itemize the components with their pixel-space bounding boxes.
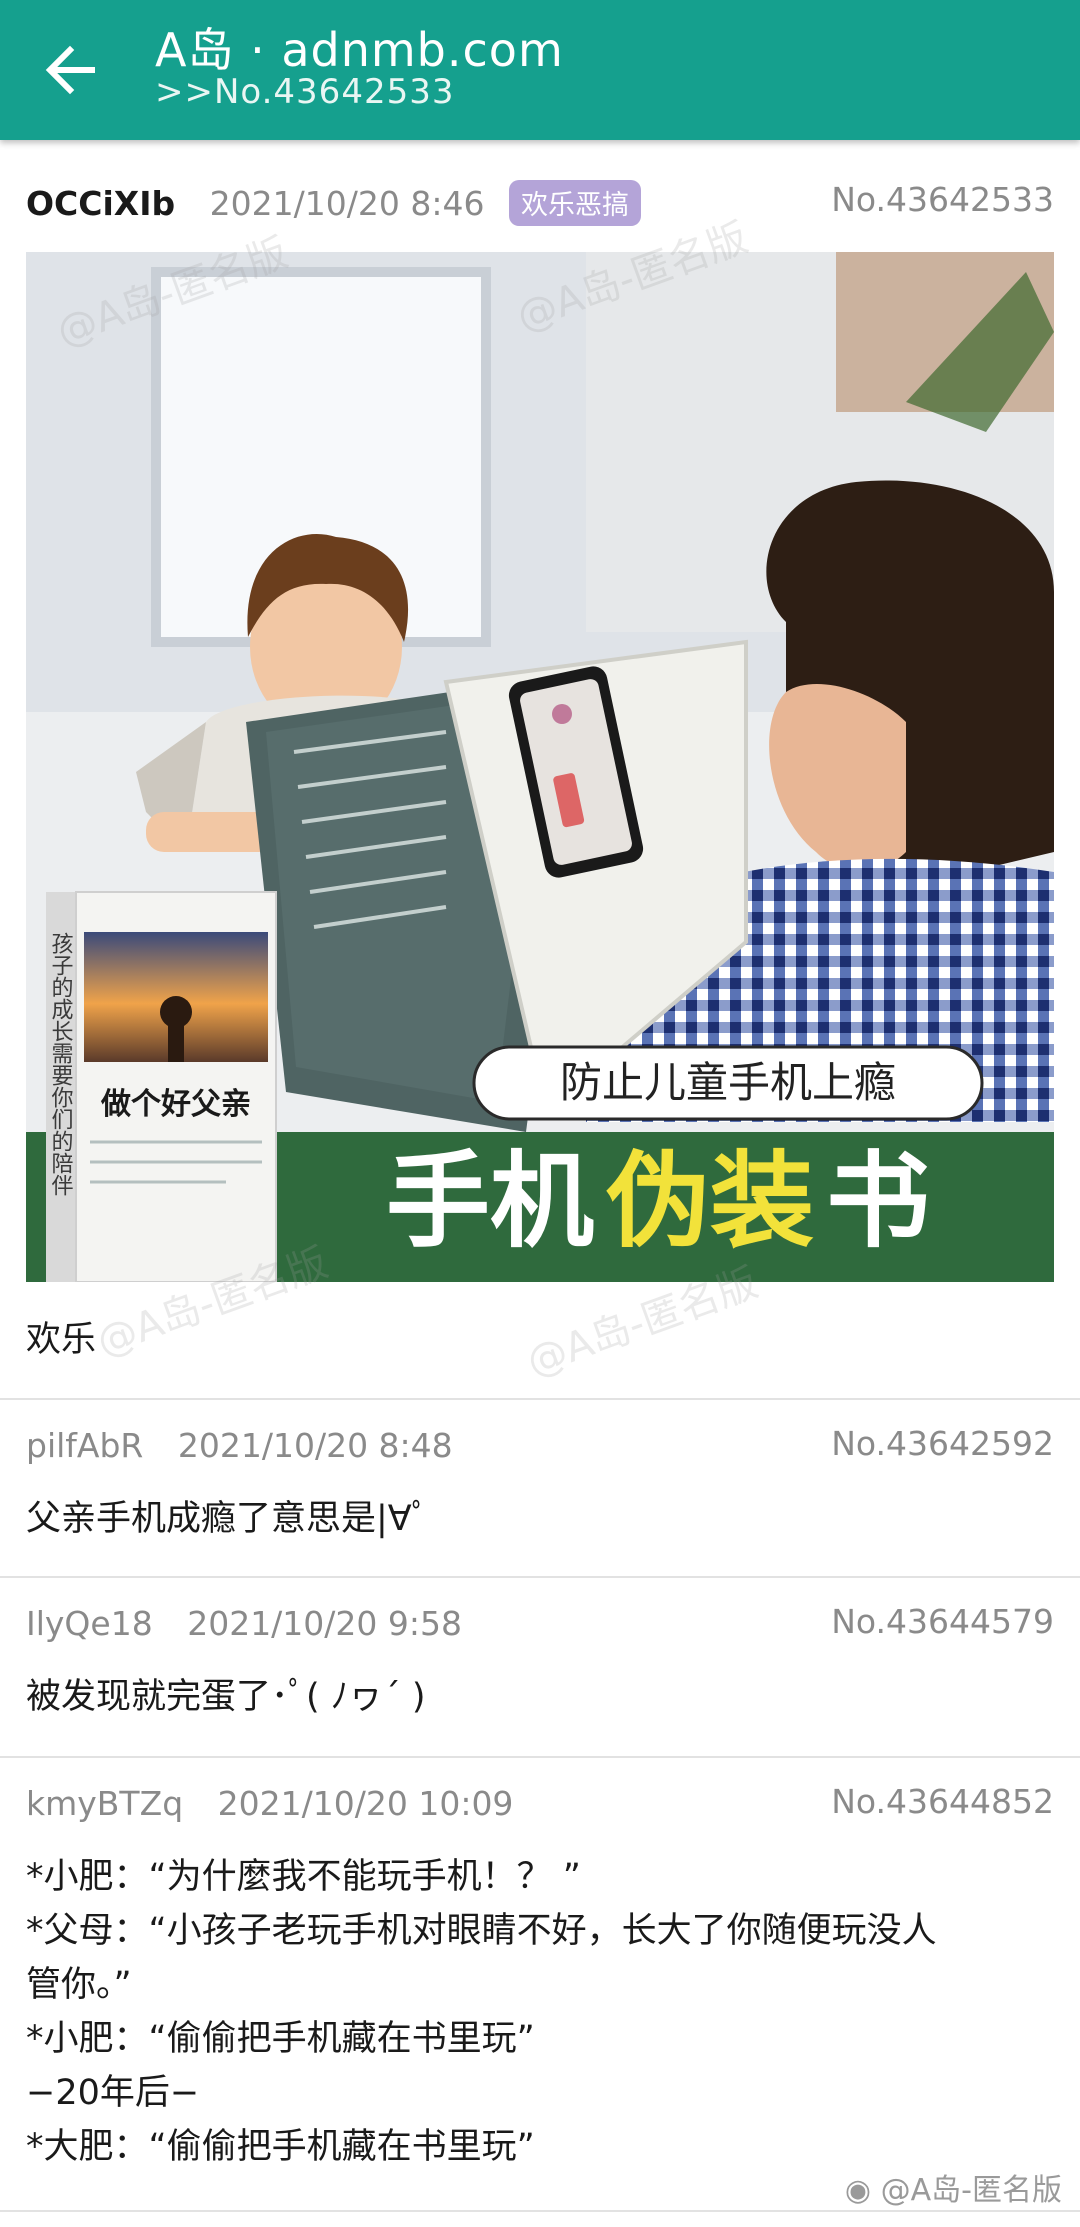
post-content: 欢乐 xyxy=(26,1320,97,1360)
reply-content: *小肥：“为什麼我不能玩手机！？ ” *父母：“小孩子老玩手机对眼睛不好，长大了… xyxy=(26,1850,1054,2174)
reply: pilfAbR 2021/10/20 8:48 No.43642592 父亲手机… xyxy=(0,1398,1080,1578)
reply-number[interactable]: No.43644579 xyxy=(831,1602,1054,1641)
reply-line: *父母：“小孩子老玩手机对眼睛不好，长大了你随便玩没人 xyxy=(26,1911,937,1951)
post-image[interactable]: 防止儿童手机上瘾 手机 伪装 书 做个好父亲 孩子的成长需要你们的陪伴 xyxy=(26,252,1054,1282)
reply-line: 管你。” xyxy=(26,1965,132,2005)
reply-content: 父亲手机成瘾了意思是|∀ﾟ xyxy=(26,1492,1054,1546)
reply-user-id[interactable]: kmyBTZq xyxy=(26,1784,183,1823)
reply-meta: pilfAbR 2021/10/20 8:48 No.43642592 xyxy=(26,1424,1054,1472)
divider xyxy=(0,2210,1080,2212)
reply-time: 2021/10/20 8:48 xyxy=(177,1426,453,1465)
reply: kmyBTZq 2021/10/20 10:09 No.43644852 *小肥… xyxy=(0,1756,1080,2196)
reply-line: 父亲手机成瘾了意思是|∀ﾟ xyxy=(26,1499,430,1539)
banner-pill-text: 防止儿童手机上瘾 xyxy=(560,1058,896,1107)
app-bar: A岛 · adnmb.com >>No.43642533 xyxy=(0,0,1080,140)
reply-time: 2021/10/20 10:09 xyxy=(217,1784,514,1823)
weibo-watermark-text: @A岛-匿名版 xyxy=(880,2173,1062,2208)
weibo-watermark: ◉ @A岛-匿名版 xyxy=(845,2165,1062,2209)
reply-time: 2021/10/20 9:58 xyxy=(187,1604,462,1643)
reply-user-id[interactable]: IlyQe18 xyxy=(26,1604,153,1643)
reply-line: 被发现就完蛋了･ﾟ( ﾉヮ´ ) xyxy=(26,1677,426,1717)
thread-id-subtitle: >>No.43642533 xyxy=(155,72,455,112)
reply-number[interactable]: No.43642592 xyxy=(831,1424,1054,1463)
banner-main-c: 书 xyxy=(826,1140,930,1262)
reply-line: *小肥：“为什麼我不能玩手机！？ ” xyxy=(26,1857,581,1897)
reply-number[interactable]: No.43644852 xyxy=(831,1782,1054,1821)
reply-line: −20年后− xyxy=(26,2073,200,2113)
post-time: 2021/10/20 8:46 xyxy=(209,183,485,223)
back-arrow-icon[interactable] xyxy=(36,38,106,102)
reply-meta: kmyBTZq 2021/10/20 10:09 No.43644852 xyxy=(26,1782,1054,1830)
app-title: A岛 · adnmb.com xyxy=(155,23,564,77)
reply-user-id[interactable]: pilfAbR xyxy=(26,1426,143,1465)
weibo-icon: ◉ xyxy=(844,2173,881,2208)
original-post: OCCiXIb 2021/10/20 8:46 欢乐恶搞 No.43642533 xyxy=(0,0,1080,1400)
category-tag[interactable]: 欢乐恶搞 xyxy=(508,180,641,226)
post-meta: OCCiXIb 2021/10/20 8:46 欢乐恶搞 No.43642533 xyxy=(26,180,1054,228)
reply-content: 被发现就完蛋了･ﾟ( ﾉヮ´ ) xyxy=(26,1670,1054,1724)
post-number[interactable]: No.43642533 xyxy=(831,180,1054,219)
reply: IlyQe18 2021/10/20 9:58 No.43644579 被发现就… xyxy=(0,1576,1080,1756)
poster-id[interactable]: OCCiXIb xyxy=(26,184,175,223)
reply-meta: IlyQe18 2021/10/20 9:58 No.43644579 xyxy=(26,1602,1054,1650)
banner-main-a: 手机 xyxy=(386,1140,594,1262)
book-title: 做个好父亲 xyxy=(100,1087,251,1122)
reply-line: *小肥：“偷偷把手机藏在书里玩” xyxy=(26,2019,535,2059)
banner-main-b: 伪装 xyxy=(606,1140,814,1262)
book-spine-text: 孩子的成长需要你们的陪伴 xyxy=(48,932,74,1196)
